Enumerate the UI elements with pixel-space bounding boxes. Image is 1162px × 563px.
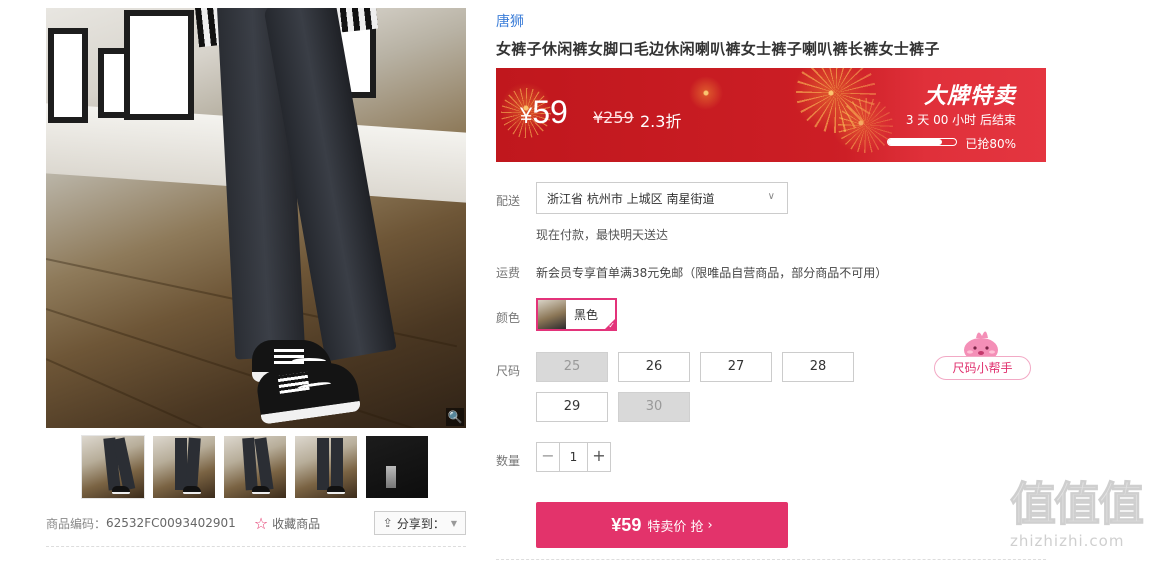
quantity-label: 数量 — [496, 454, 521, 468]
address-value: 浙江省 杭州市 上城区 南星街道 — [547, 191, 715, 206]
thumbnail-4[interactable] — [295, 436, 357, 498]
check-icon: ✓ — [608, 321, 615, 330]
size-option-28[interactable]: 28 — [782, 352, 854, 382]
share-icon: ⇪ — [382, 516, 393, 530]
original-price: ¥259 — [593, 108, 634, 127]
size-option-27[interactable]: 27 — [700, 352, 772, 382]
watermark-logo: 值值值 — [1010, 477, 1145, 532]
size-option-26[interactable]: 26 — [618, 352, 690, 382]
product-main-image[interactable]: 🔍 — [46, 8, 466, 428]
thumbnail-2[interactable] — [153, 436, 215, 498]
firework-decoration — [686, 73, 726, 113]
image-frame — [48, 28, 88, 123]
chevron-down-icon: ∨ — [767, 191, 775, 202]
sold-progress-bar — [887, 138, 957, 146]
quantity-plus-button[interactable]: + — [588, 443, 610, 471]
countdown-timer: 3 天 00 小时 后结束 — [905, 113, 1016, 127]
buy-label: 特卖价 抢 — [647, 519, 704, 535]
address-select[interactable]: 浙江省 杭州市 上城区 南星街道 ∨ — [536, 182, 788, 214]
size-option-29[interactable]: 29 — [536, 392, 608, 422]
chevron-right-icon: › — [707, 517, 713, 533]
delivery-label: 配送 — [496, 194, 521, 208]
share-label: 分享到： — [396, 516, 445, 531]
buy-now-button[interactable]: ¥59 特卖价 抢 › — [536, 502, 788, 548]
divider — [46, 546, 466, 547]
quantity-stepper: − 1 + — [536, 442, 611, 472]
shipping-label: 运费 — [496, 266, 521, 280]
swatch-thumbnail — [538, 300, 566, 329]
price-banner: ¥59 ¥259 2.3折 大牌特卖 3 天 00 小时 后结束 已抢80% — [496, 68, 1046, 162]
watermark-url: zhizhizhi.com — [1010, 532, 1125, 550]
sku-value: 62532FC0093402901 — [106, 516, 236, 530]
image-frame — [124, 10, 194, 120]
favorite-label: 收藏商品 — [272, 516, 321, 531]
delivery-note: 现在付款，最快明天送达 — [536, 228, 669, 242]
sold-progress-fill — [888, 139, 943, 145]
star-icon: ☆ — [253, 513, 269, 533]
sale-title: 大牌特卖 — [923, 84, 1016, 109]
buy-price: ¥59 — [611, 514, 642, 535]
thumbnail-3[interactable] — [224, 436, 286, 498]
sold-percent-text: 已抢80% — [965, 137, 1016, 151]
zoom-icon[interactable]: 🔍 — [446, 408, 464, 426]
thumbnail-5[interactable] — [366, 436, 428, 498]
size-option-25[interactable]: 25 — [536, 352, 608, 382]
color-label: 颜色 — [496, 311, 521, 325]
sale-price-value: 59 — [532, 94, 568, 130]
discount-label: 2.3折 — [640, 112, 682, 131]
size-helper[interactable]: 尺码小帮手 — [934, 326, 1031, 382]
thumbnail-1[interactable] — [81, 435, 145, 499]
brand-link[interactable]: 唐狮 — [496, 11, 524, 31]
caret-down-icon: ▼ — [450, 518, 457, 528]
thumbnail-strip — [81, 435, 428, 499]
quantity-input[interactable]: 1 — [559, 443, 588, 471]
share-button[interactable]: ⇪ 分享到： ▼ — [373, 511, 466, 535]
size-helper-label: 尺码小帮手 — [934, 356, 1031, 380]
color-option-black[interactable]: 黑色 ✓ — [536, 298, 617, 331]
divider — [496, 559, 1046, 560]
product-meta-row: 商品编码： 62532FC0093402901 ☆ 收藏商品 ⇪ 分享到： ▼ — [46, 510, 466, 536]
currency-symbol: ¥ — [520, 103, 533, 128]
favorite-button[interactable]: ☆ 收藏商品 — [254, 514, 320, 533]
shipping-text: 新会员专享首单满38元免邮（限唯品自营商品，部分商品不可用） — [536, 266, 888, 280]
product-title: 女裤子休闲裤女脚口毛边休闲喇叭裤女士裤子喇叭裤长裤女士裤子 — [496, 40, 940, 58]
watermark: 值值值 zhizhizhi.com — [1010, 476, 1160, 560]
color-option-label: 黑色 — [574, 308, 599, 322]
sku-label: 商品编码： — [46, 516, 107, 531]
size-option-30[interactable]: 30 — [618, 392, 690, 422]
sale-price: ¥59 — [520, 94, 568, 131]
image-floor-line — [46, 358, 431, 428]
quantity-minus-button[interactable]: − — [537, 443, 559, 471]
size-label: 尺码 — [496, 364, 521, 378]
